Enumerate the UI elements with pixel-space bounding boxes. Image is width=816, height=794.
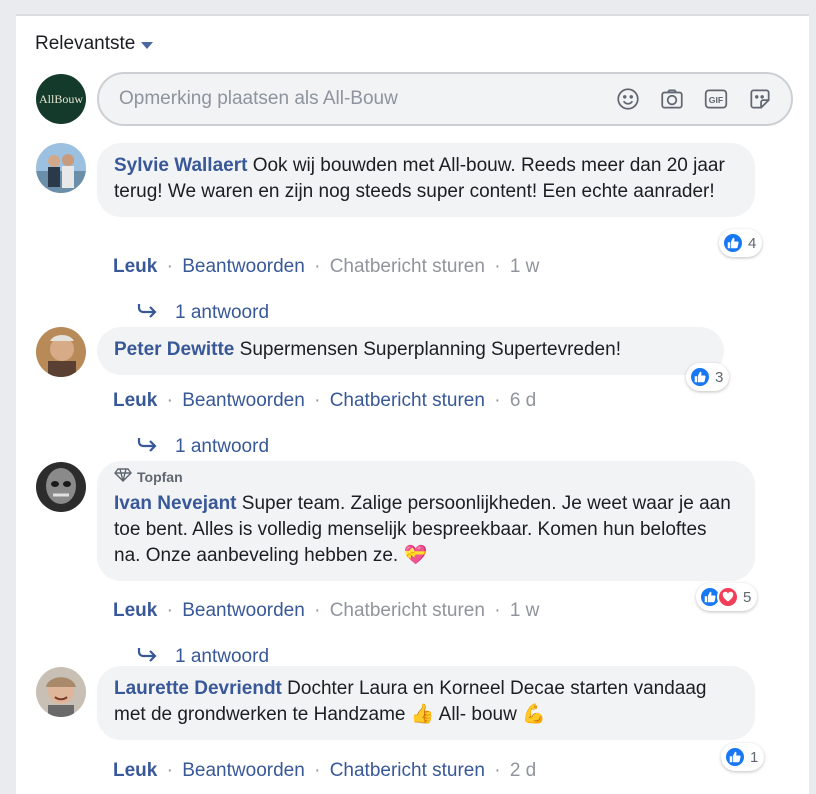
comment-input[interactable]: Opmerking plaatsen als All-Bouw GIF (97, 72, 793, 126)
comment-author[interactable]: Sylvie Wallaert (114, 155, 247, 176)
message-link[interactable]: Chatbericht sturen (330, 256, 485, 277)
avatar[interactable] (36, 143, 86, 193)
reply-arrow-icon (137, 302, 157, 324)
reaction-summary[interactable]: 4 (719, 229, 763, 257)
avatar-logo-text: AllBouw (38, 91, 83, 106)
timestamp[interactable]: 1 w (510, 600, 540, 621)
sticker-icon[interactable] (747, 86, 773, 112)
separator: · (166, 600, 173, 621)
replies-count: 1 antwoord (175, 302, 270, 323)
page-avatar[interactable]: AllBouw (36, 74, 86, 124)
comments-panel: Relevantste AllBouw Opmerking plaatsen a… (16, 14, 809, 794)
diamond-icon (114, 468, 132, 486)
message-link[interactable]: Chatbericht sturen (330, 600, 485, 621)
comment: Peter Dewitte Supermensen Superplanning … (36, 327, 796, 457)
caret-down-icon (141, 41, 154, 49)
view-replies-button[interactable]: 1 antwoord (137, 302, 269, 324)
comment-bubble: Peter Dewitte Supermensen Superplanning … (97, 327, 724, 375)
comment-actions: Leuk · Beantwoorden · Chatbericht sturen… (113, 760, 536, 782)
like-link[interactable]: Leuk (113, 256, 157, 277)
replies-count: 1 antwoord (175, 646, 270, 667)
comment: Topfan Ivan Nevejant Super team. Zalige … (36, 461, 796, 667)
timestamp[interactable]: 2 d (510, 760, 536, 781)
reaction-summary[interactable]: 1 (721, 743, 765, 771)
reaction-summary[interactable]: 3 (686, 363, 730, 391)
comment-author[interactable]: Laurette Devriendt (114, 678, 282, 699)
separator: · (314, 760, 321, 781)
svg-text:GIF: GIF (709, 95, 723, 105)
topfan-badge: Topfan (114, 468, 738, 486)
timestamp[interactable]: 1 w (510, 256, 540, 277)
like-icon (689, 366, 711, 388)
reply-link[interactable]: Beantwoorden (182, 600, 305, 621)
comment: Laurette Devriendt Dochter Laura en Korn… (36, 666, 796, 781)
comment-composer: AllBouw Opmerking plaatsen als All-Bouw … (36, 71, 793, 127)
reply-arrow-icon (137, 436, 157, 458)
separator: · (494, 390, 501, 411)
separator: · (166, 256, 173, 277)
reaction-count: 1 (750, 748, 759, 766)
separator: · (314, 600, 321, 621)
like-link[interactable]: Leuk (113, 390, 157, 411)
replies-count: 1 antwoord (175, 436, 270, 457)
avatar[interactable] (36, 462, 86, 512)
like-icon (722, 232, 744, 254)
camera-icon[interactable] (659, 86, 685, 112)
reaction-count: 3 (715, 368, 724, 386)
reaction-count: 5 (743, 588, 752, 606)
love-icon (717, 586, 739, 608)
comment-bubble: Sylvie Wallaert Ook wij bouwden met All-… (97, 143, 755, 217)
avatar[interactable] (36, 667, 86, 717)
reaction-count: 4 (748, 234, 757, 252)
gif-icon[interactable]: GIF (703, 86, 729, 112)
like-link[interactable]: Leuk (113, 760, 157, 781)
badge-label: Topfan (137, 469, 183, 485)
separator: · (314, 256, 321, 277)
view-replies-button[interactable]: 1 antwoord (137, 646, 269, 668)
separator: · (494, 760, 501, 781)
separator: · (314, 390, 321, 411)
separator: · (166, 390, 173, 411)
reply-link[interactable]: Beantwoorden (182, 390, 305, 411)
message-link[interactable]: Chatbericht sturen (330, 390, 485, 411)
reply-link[interactable]: Beantwoorden (182, 256, 305, 277)
like-icon (724, 746, 746, 768)
comment-actions: Leuk · Beantwoorden · Chatbericht sturen… (113, 390, 536, 412)
reaction-summary[interactable]: 5 (696, 583, 758, 611)
emoji-icon[interactable] (615, 86, 641, 112)
comment-placeholder: Opmerking plaatsen als All-Bouw (119, 88, 398, 109)
separator: · (166, 760, 173, 781)
comment-actions: Leuk · Beantwoorden · Chatbericht sturen… (113, 256, 539, 278)
timestamp[interactable]: 6 d (510, 390, 536, 411)
comment-bubble: Laurette Devriendt Dochter Laura en Korn… (97, 666, 755, 740)
separator: · (494, 256, 501, 277)
sort-dropdown[interactable]: Relevantste (35, 33, 154, 55)
reply-link[interactable]: Beantwoorden (182, 760, 305, 781)
avatar[interactable] (36, 327, 86, 377)
comment-author[interactable]: Peter Dewitte (114, 339, 234, 360)
reply-arrow-icon (137, 646, 157, 668)
like-link[interactable]: Leuk (113, 600, 157, 621)
separator: · (494, 600, 501, 621)
view-replies-button[interactable]: 1 antwoord (137, 436, 269, 458)
comment-author[interactable]: Ivan Nevejant (114, 493, 237, 514)
message-link[interactable]: Chatbericht sturen (330, 760, 485, 781)
sort-label: Relevantste (35, 33, 136, 54)
comment: Sylvie Wallaert Ook wij bouwden met All-… (36, 143, 796, 323)
comment-bubble: Topfan Ivan Nevejant Super team. Zalige … (97, 461, 755, 581)
comment-text: Supermensen Superplanning Supertevreden! (239, 339, 621, 360)
comment-actions: Leuk · Beantwoorden · Chatbericht sturen… (113, 600, 539, 622)
